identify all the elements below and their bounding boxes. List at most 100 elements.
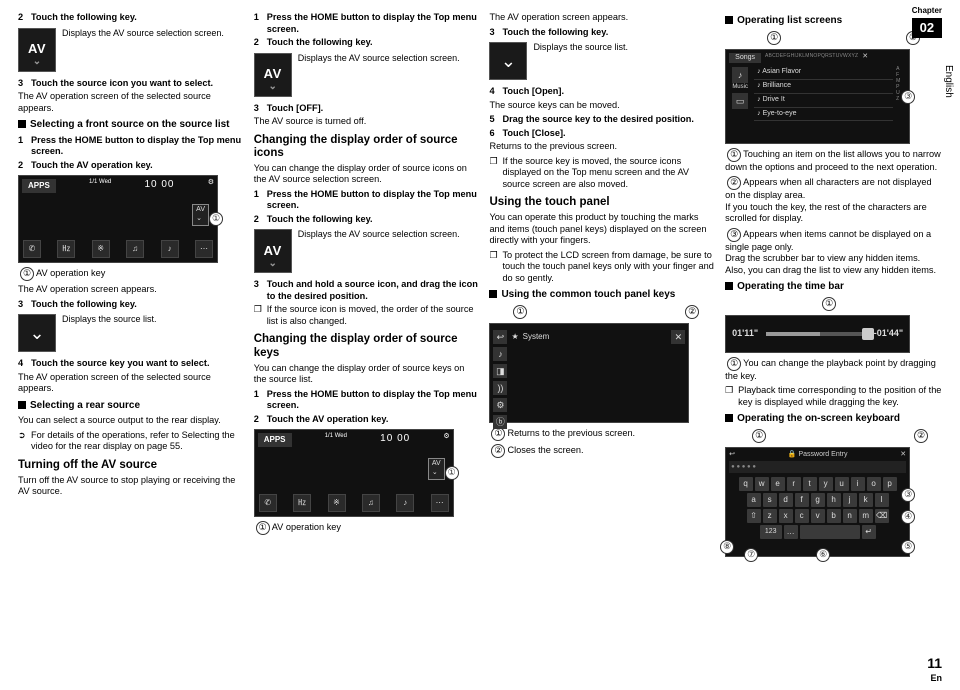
- step: 1Press the HOME button to display the To…: [254, 12, 480, 35]
- caption: ②Appears when all characters are not dis…: [725, 176, 942, 225]
- heading-front-source: Selecting a front source on the source l…: [18, 119, 244, 132]
- note: ❐Playback time corresponding to the posi…: [725, 385, 942, 408]
- keyboard-key: [800, 525, 860, 539]
- step: 6Touch [Close].: [489, 128, 715, 140]
- markers: ①: [725, 297, 942, 311]
- step: 2Touch the AV operation key.: [254, 414, 480, 426]
- keyboard-key: r: [787, 477, 801, 491]
- key-row-3: ⇧zxcvbnm⌫: [729, 509, 906, 523]
- av-callout: AV⌄ Displays the AV source selection scr…: [254, 229, 480, 273]
- side-language: English: [942, 65, 955, 98]
- keyboard-key: f: [795, 493, 809, 507]
- body-text: You can operate this product by touching…: [489, 212, 715, 247]
- key-row-4: 123… ↵: [729, 525, 906, 539]
- step: 2Touch the following key.: [254, 214, 480, 226]
- keyboard-key: p: [883, 477, 897, 491]
- keyboard-key: u: [835, 477, 849, 491]
- step: 1Press the HOME button to display the To…: [254, 389, 480, 412]
- av-tile-icon: AV⌄: [18, 28, 56, 72]
- step: 5Drag the source key to the desired posi…: [489, 114, 715, 126]
- step: 1Press the HOME button to display the To…: [254, 189, 480, 212]
- av-callout-text: Displays the AV source selection screen.: [62, 28, 224, 39]
- keyboard-key: j: [843, 493, 857, 507]
- heading-touch-panel: Using the touch panel: [489, 196, 715, 209]
- keyboard-key: m: [859, 509, 873, 523]
- keyboard-key: z: [763, 509, 777, 523]
- note-text: The AV operation screen of the selected …: [18, 372, 244, 395]
- keyboard-key: w: [755, 477, 769, 491]
- heading-keyboard: Operating the on-screen keyboard: [725, 413, 942, 426]
- keyboard-key: n: [843, 509, 857, 523]
- note-text: The AV operation screen appears.: [18, 284, 244, 296]
- caption: ③Appears when items cannot be displayed …: [725, 228, 942, 277]
- keyboard-key: g: [811, 493, 825, 507]
- step: 3Touch the following key.: [18, 299, 244, 311]
- src-callout: ⌄ Displays the source list.: [489, 42, 715, 80]
- keyboard-key: t: [803, 477, 817, 491]
- keyboard-key: ↵: [862, 525, 876, 539]
- keyboard-key: …: [784, 525, 798, 539]
- note-text: The AV operation screen of the selected …: [18, 91, 244, 114]
- key-row-1: qwertyuiop: [729, 477, 906, 491]
- heading-list-screens: Operating list screens: [725, 15, 942, 28]
- screenshot-apps: APPS 1/1 Wed 10 00 ⚙ AV⌄ ✆㎐※♫♪⋯ ①: [18, 175, 218, 263]
- caption: ②Closes the screen.: [489, 444, 715, 458]
- markers: ① ②: [725, 31, 942, 45]
- markers: ① ②: [489, 305, 715, 319]
- av-tile-icon: AV⌄: [254, 229, 292, 273]
- column-1: 2Touch the following key. AV⌄ Displays t…: [18, 10, 244, 561]
- keyboard-key: q: [739, 477, 753, 491]
- av-callout: AV⌄ Displays the AV source selection scr…: [254, 53, 480, 97]
- step: 2Touch the AV operation key.: [18, 160, 244, 172]
- heading-common-keys: Using the common touch panel keys: [489, 289, 715, 302]
- keyboard-key: v: [811, 509, 825, 523]
- step: 3Touch and hold a source icon, and drag …: [254, 279, 480, 302]
- source-list-icon: ⌄: [18, 314, 56, 352]
- keyboard-key: ⇧: [747, 509, 761, 523]
- step: 1Press the HOME button to display the To…: [18, 135, 244, 158]
- caption: ①AV operation key: [254, 521, 480, 535]
- keyboard-key: s: [763, 493, 777, 507]
- column-2: 1Press the HOME button to display the To…: [254, 10, 480, 561]
- marker-1: ①: [445, 466, 459, 480]
- src-callout: ⌄ Displays the source list.: [18, 314, 244, 352]
- note-text: The AV source is turned off.: [254, 116, 480, 128]
- note: ❐If the source icon is moved, the order …: [254, 304, 480, 327]
- keyboard-key: k: [859, 493, 873, 507]
- keyboard-key: ⌫: [875, 509, 889, 523]
- keyboard-key: y: [819, 477, 833, 491]
- keyboard-key: e: [771, 477, 785, 491]
- caption: ①You can change the playback point by dr…: [725, 357, 942, 383]
- column-4: Chapter 02 English Operating list screen…: [725, 10, 942, 561]
- heading-order-icons: Changing the display order of source ico…: [254, 134, 480, 160]
- heading-turnoff: Turning off the AV source: [18, 459, 244, 472]
- step: 3Touch the source icon you want to selec…: [18, 78, 244, 90]
- keyboard-key: i: [851, 477, 865, 491]
- keyboard-key: d: [779, 493, 793, 507]
- screenshot-timebar: 01'11" -01'44": [725, 315, 910, 353]
- screenshot-keyboard: ↩🔒 Password Entry✕ ● ● ● ● ● qwertyuiop …: [725, 447, 910, 557]
- xref: ➲For details of the operations, refer to…: [18, 430, 244, 453]
- markers: ① ②: [725, 429, 942, 443]
- keyboard-key: l: [875, 493, 889, 507]
- screenshot-common-keys: ↩★System✕ ♪ ◨ )) ⚙ ⓑ: [489, 323, 689, 423]
- step: 4Touch the source key you want to select…: [18, 358, 244, 370]
- key-row-2: asdfghjkl: [729, 493, 906, 507]
- heading-order-keys: Changing the display order of source key…: [254, 333, 480, 359]
- av-tile-icon: AV⌄: [254, 53, 292, 97]
- keyboard-key: h: [827, 493, 841, 507]
- body-text: You can change the display order of sour…: [254, 163, 480, 186]
- column-3: The AV operation screen appears. 3Touch …: [489, 10, 715, 561]
- page-footer: 11 En: [927, 655, 942, 684]
- marker-1: ①: [209, 212, 223, 226]
- keyboard-key: b: [827, 509, 841, 523]
- note-text: Returns to the previous screen.: [489, 141, 715, 153]
- body-text: Turn off the AV source to stop playing o…: [18, 475, 244, 498]
- heading-time-bar: Operating the time bar: [725, 281, 942, 294]
- keyboard-key: o: [867, 477, 881, 491]
- source-list-icon: ⌄: [489, 42, 527, 80]
- screenshot-songs: SongsABCDEFGHIJKLMNOPQRSTUVWXYZ✕ ♪Music▭…: [725, 49, 910, 144]
- body-text: You can select a source output to the re…: [18, 415, 244, 427]
- note-text: The AV operation screen appears.: [489, 12, 715, 24]
- note: ❐To protect the LCD screen from damage, …: [489, 250, 715, 285]
